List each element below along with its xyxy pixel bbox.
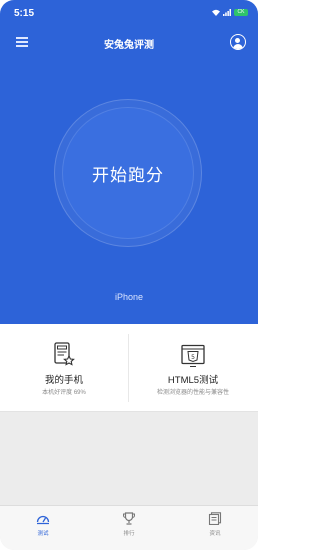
my-phone-title: 我的手机 <box>44 375 83 386</box>
tab-ranking[interactable]: 排行 <box>86 506 172 550</box>
trophy-icon <box>123 512 135 525</box>
device-name: iPhone <box>114 292 144 302</box>
status-icons: CK <box>212 9 248 16</box>
tab-news-label: 资讯 <box>209 531 221 537</box>
empty-content-area <box>0 413 258 505</box>
svg-text:5: 5 <box>191 354 195 361</box>
speedometer-icon <box>36 515 50 525</box>
signal-icon <box>223 9 231 16</box>
tab-test-label: 测试 <box>37 531 49 537</box>
battery-icon: CK <box>234 9 248 16</box>
bottom-tab-bar: 测试 排行 资讯 <box>0 505 258 550</box>
my-phone-subtitle: 本机好评度 69% <box>42 390 86 396</box>
my-phone-card[interactable]: 我的手机 本机好评度 69% <box>0 324 128 412</box>
html5-test-subtitle: 检测浏览器的性能与兼容性 <box>156 390 229 396</box>
hero-panel: 5:15 CK 安兔兔评测 开始跑分 iPhone <box>0 0 258 324</box>
tab-news[interactable]: 资讯 <box>172 506 258 550</box>
html5-icon: 5 <box>181 344 205 367</box>
wifi-icon <box>212 9 220 16</box>
profile-icon[interactable] <box>230 34 246 50</box>
feature-cards: 我的手机 本机好评度 69% 5 HTML5测试 检测浏览器的性能与兼容性 <box>0 324 258 412</box>
nav-bar: 安兔兔评测 <box>0 30 258 54</box>
html5-test-title: HTML5测试 <box>167 375 219 386</box>
status-bar: 5:15 CK <box>0 0 258 26</box>
news-icon <box>208 512 222 525</box>
tab-ranking-label: 排行 <box>123 531 135 537</box>
phone-report-icon <box>54 342 75 366</box>
app-title: 安兔兔评测 <box>104 40 154 51</box>
app-screen: 5:15 CK 安兔兔评测 开始跑分 iPhone 我的手机 本机好评度 69%… <box>0 0 258 550</box>
tab-test[interactable]: 测试 <box>0 506 86 550</box>
start-benchmark-label: 开始跑分 <box>92 165 164 185</box>
html5-test-card[interactable]: 5 HTML5测试 检测浏览器的性能与兼容性 <box>129 324 257 412</box>
status-time: 5:15 <box>14 8 35 19</box>
start-benchmark-button[interactable]: 开始跑分 <box>62 107 194 239</box>
